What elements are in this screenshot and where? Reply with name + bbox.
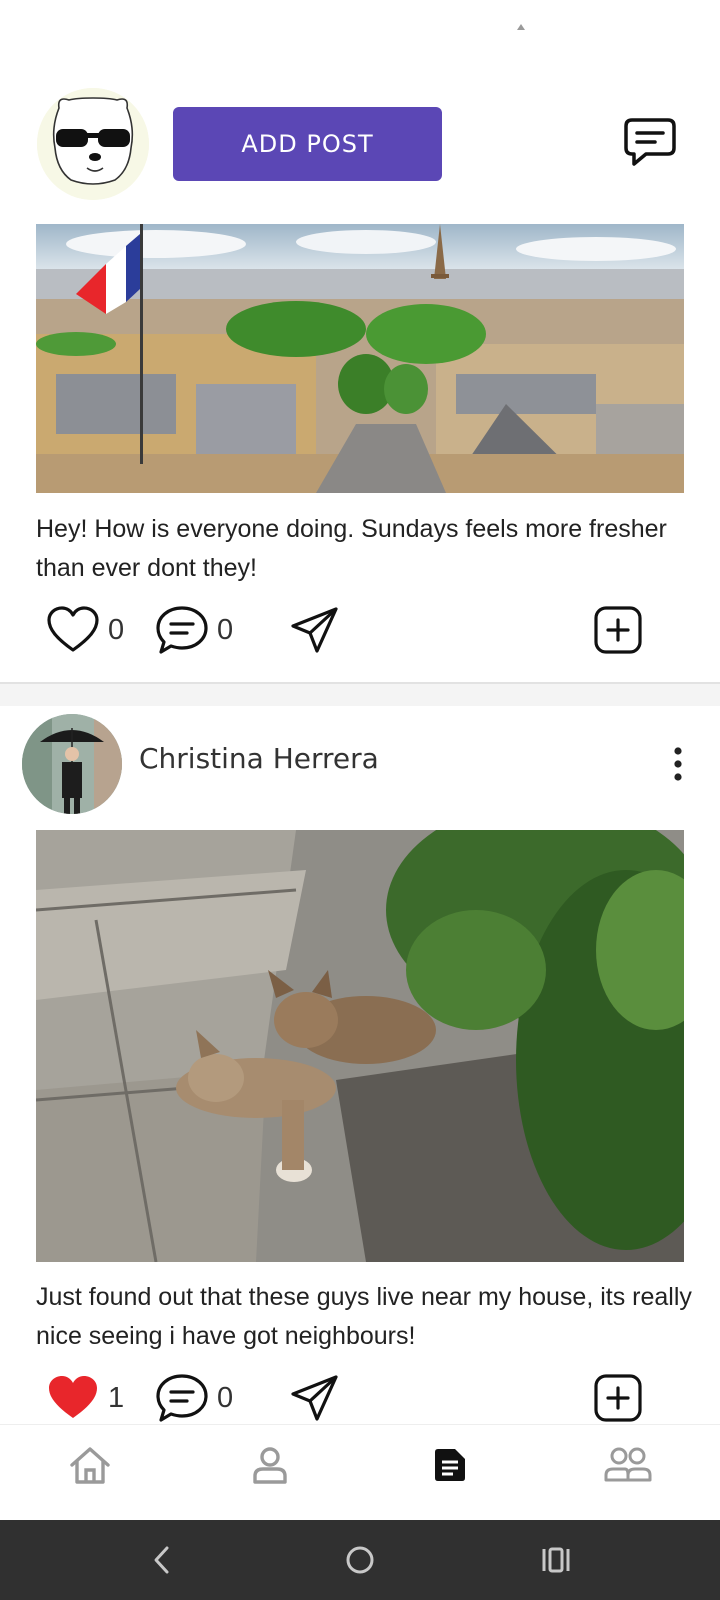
save-post-button[interactable] (593, 600, 643, 660)
posts-icon[interactable] (426, 1443, 474, 1487)
save-post-button[interactable] (593, 1368, 643, 1428)
feed-header: ADD POST (0, 86, 720, 200)
comment-button[interactable]: 0 (155, 1368, 233, 1428)
author-name[interactable]: Christina Herrera (139, 742, 379, 775)
post-image[interactable] (36, 830, 684, 1262)
profile-icon[interactable] (246, 1443, 294, 1487)
paris-eiffel-tower-flag-photo (36, 224, 684, 493)
chat-icon[interactable] (622, 114, 678, 170)
bottom-navigation (0, 1424, 720, 1520)
status-caret-icon (517, 24, 525, 30)
author-avatar[interactable] (22, 714, 122, 814)
post-text: Hey! How is everyone doing. Sundays feel… (36, 515, 667, 582)
more-options-icon[interactable] (664, 746, 692, 782)
like-button[interactable]: 1 (46, 1368, 124, 1428)
like-count: 1 (108, 1381, 125, 1414)
feed-screen: ADD POST Hey! How is everyone doing. Sun… (0, 0, 720, 1600)
like-button[interactable]: 0 (46, 600, 124, 660)
send-icon (291, 1375, 338, 1421)
post-actions: 0 0 (0, 600, 720, 660)
post-image[interactable] (36, 224, 684, 493)
heart-icon (47, 606, 99, 652)
my-avatar[interactable] (37, 88, 149, 200)
share-button[interactable] (290, 1368, 340, 1428)
two-kittens-sunbathing-photo (36, 830, 684, 1262)
post-separator (0, 682, 720, 706)
back-icon[interactable] (142, 1540, 182, 1580)
send-icon (291, 607, 338, 653)
comment-count: 0 (217, 613, 234, 646)
post-text: Just found out that these guys live near… (36, 1283, 692, 1350)
comment-button[interactable]: 0 (155, 600, 233, 660)
add-square-icon (594, 606, 642, 654)
home-icon[interactable] (66, 1443, 114, 1487)
post-actions: 1 0 (0, 1368, 720, 1428)
recents-icon[interactable] (536, 1540, 576, 1580)
system-navigation-bar (0, 1520, 720, 1600)
comment-icon (156, 606, 208, 654)
share-button[interactable] (290, 600, 340, 660)
friends-icon[interactable] (604, 1443, 652, 1487)
add-post-button[interactable]: ADD POST (173, 107, 442, 181)
like-count: 0 (108, 613, 125, 646)
comment-count: 0 (217, 1381, 234, 1414)
comment-icon (156, 1374, 208, 1422)
author-photo (22, 714, 122, 814)
add-square-icon (594, 1374, 642, 1422)
home-circle-icon[interactable] (340, 1540, 380, 1580)
heart-filled-icon (49, 1376, 97, 1418)
bear-sunglasses-icon (37, 88, 149, 200)
